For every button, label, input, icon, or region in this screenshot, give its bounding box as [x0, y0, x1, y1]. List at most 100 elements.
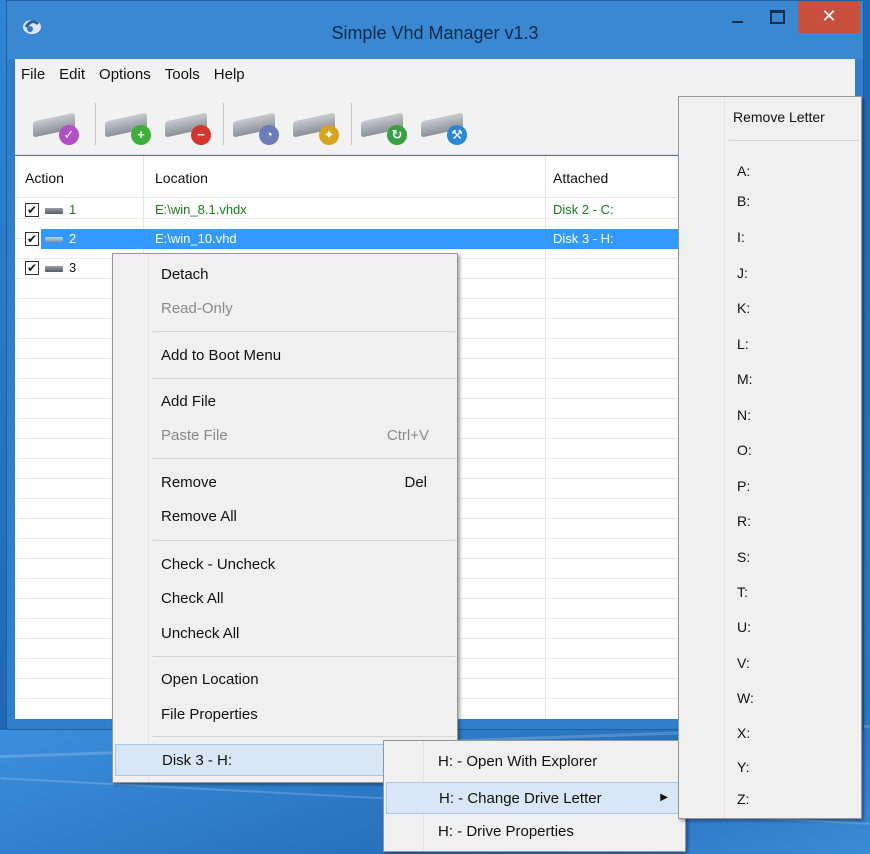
menu-item-label: R:	[737, 513, 751, 529]
menu-item-label: X:	[737, 725, 751, 741]
menu-separator	[153, 736, 455, 737]
menu-item-label: J:	[737, 265, 748, 281]
refresh-button[interactable]: ↻	[357, 105, 411, 145]
disk-submenu: H: - Open With Explorer H: - Change Driv…	[383, 740, 686, 852]
menu-tools[interactable]: Tools	[165, 66, 200, 83]
magic-wand-icon: ✦	[319, 125, 339, 145]
settings-button[interactable]: ⚒	[417, 105, 471, 145]
menu-item-letter-x[interactable]: X:	[679, 719, 861, 749]
menu-item-label: M:	[737, 371, 753, 387]
menu-item-label: Read-Only	[161, 300, 233, 317]
menu-item-drive-properties[interactable]: H: - Drive Properties	[384, 817, 685, 847]
menu-item-add-file[interactable]: Add File	[113, 387, 457, 417]
menu-edit[interactable]: Edit	[59, 66, 85, 83]
menu-item-label: N:	[737, 407, 751, 423]
menu-item-label: Disk 3 - H:	[162, 752, 233, 769]
menu-item-remove-letter[interactable]: Remove Letter	[679, 103, 861, 133]
context-menu: Detach Read-Only Add to Boot Menu Add Fi…	[112, 253, 458, 783]
menu-item-check-all[interactable]: Check All	[113, 584, 457, 614]
menu-item-letter-a[interactable]: A:	[679, 157, 861, 187]
close-button[interactable]: ✕	[798, 1, 860, 33]
drive-icon	[45, 266, 63, 272]
menu-item-letter-n[interactable]: N:	[679, 401, 861, 431]
menu-item-label: H: - Change Drive Letter	[439, 790, 602, 807]
menu-separator	[153, 458, 455, 459]
create-vhd-button[interactable]: ✦	[289, 105, 343, 145]
menu-item-remove-all[interactable]: Remove All	[113, 502, 457, 532]
menu-item-label: S:	[737, 549, 751, 565]
check-icon: ✓	[59, 125, 79, 145]
menu-item-letter-j[interactable]: J:	[679, 259, 861, 289]
menu-item-letter-u[interactable]: U:	[679, 613, 861, 643]
toolbar-separator	[351, 103, 352, 145]
menu-file[interactable]: File	[21, 66, 45, 83]
menu-item-label: Uncheck All	[161, 625, 240, 642]
row-checkbox[interactable]: ✔	[25, 203, 39, 217]
menu-item-check-uncheck[interactable]: Check - Uncheck	[113, 550, 457, 580]
menu-item-add-to-boot-menu[interactable]: Add to Boot Menu	[113, 341, 457, 371]
wrench-icon: ⚒	[447, 125, 467, 145]
menu-separator	[729, 140, 859, 141]
menu-item-letter-w[interactable]: W:	[679, 684, 861, 714]
menu-item-letter-t[interactable]: T:	[679, 578, 861, 608]
row-location: E:\win_10.vhd	[155, 231, 237, 246]
minimize-button[interactable]	[719, 1, 755, 35]
maximize-button[interactable]	[757, 1, 795, 35]
title-bar[interactable]: Simple Vhd Manager v1.3 ✕	[7, 1, 863, 59]
menu-item-label: Z:	[737, 791, 750, 807]
menu-item-label: W:	[737, 690, 754, 706]
remove-icon: −	[191, 125, 211, 145]
column-attached[interactable]: Attached	[553, 170, 608, 186]
menu-item-detach[interactable]: Detach	[113, 260, 457, 290]
menu-item-letter-z[interactable]: Z:	[679, 785, 861, 815]
toolbar-separator	[95, 103, 96, 145]
menu-item-remove[interactable]: Remove Del	[113, 468, 457, 498]
menu-item-letter-l[interactable]: L:	[679, 330, 861, 360]
row-checkbox[interactable]: ✔	[25, 261, 39, 275]
menu-item-label: Check - Uncheck	[161, 556, 276, 573]
menu-item-letter-i[interactable]: I:	[679, 223, 861, 253]
menu-separator	[153, 656, 455, 657]
menu-item-label: K:	[737, 300, 751, 316]
menu-item-letter-v[interactable]: V:	[679, 649, 861, 679]
menu-item-label: H: - Drive Properties	[438, 823, 574, 840]
menu-item-read-only: Read-Only	[113, 294, 457, 324]
menu-item-label: Y:	[737, 759, 750, 775]
mouse-icon: ◔	[259, 125, 279, 145]
menu-item-label: Add File	[161, 393, 217, 410]
row-attached: Disk 3 - H:	[553, 231, 614, 246]
menu-item-letter-p[interactable]: P:	[679, 472, 861, 502]
menu-separator	[153, 540, 455, 541]
menu-help[interactable]: Help	[214, 66, 245, 83]
menu-shortcut: Del	[404, 474, 427, 491]
menu-separator	[153, 331, 455, 332]
menu-item-uncheck-all[interactable]: Uncheck All	[113, 619, 457, 649]
menu-item-letter-r[interactable]: R:	[679, 507, 861, 537]
menu-item-letter-s[interactable]: S:	[679, 543, 861, 573]
row-location: E:\win_8.1.vhdx	[155, 202, 247, 217]
menu-item-letter-y[interactable]: Y:	[679, 753, 861, 783]
menu-item-label: Detach	[161, 266, 209, 283]
menu-item-file-properties[interactable]: File Properties	[113, 700, 457, 730]
toolbar-separator	[223, 103, 224, 145]
menu-item-label: P:	[737, 478, 751, 494]
column-action[interactable]: Action	[25, 170, 64, 186]
menu-item-change-drive-letter[interactable]: H: - Change Drive Letter ▶	[386, 782, 683, 814]
menu-item-letter-b[interactable]: B:	[679, 187, 861, 217]
mount-button[interactable]: ◔	[229, 105, 283, 145]
menu-item-open-with-explorer[interactable]: H: - Open With Explorer	[384, 747, 685, 777]
menu-options[interactable]: Options	[99, 66, 151, 83]
menu-item-letter-k[interactable]: K:	[679, 294, 861, 324]
add-icon: +	[131, 125, 151, 145]
attach-button[interactable]: ✓	[29, 105, 83, 145]
submenu-arrow-icon: ▶	[660, 792, 668, 803]
column-location[interactable]: Location	[155, 170, 208, 186]
menu-item-label: Remove	[161, 474, 217, 491]
menu-item-open-location[interactable]: Open Location	[113, 665, 457, 695]
menu-item-label: File Properties	[161, 706, 258, 723]
menu-item-letter-o[interactable]: O:	[679, 436, 861, 466]
remove-vhd-button[interactable]: −	[161, 105, 215, 145]
menu-item-letter-m[interactable]: M:	[679, 365, 861, 395]
add-vhd-button[interactable]: +	[101, 105, 155, 145]
row-checkbox[interactable]: ✔	[25, 232, 39, 246]
